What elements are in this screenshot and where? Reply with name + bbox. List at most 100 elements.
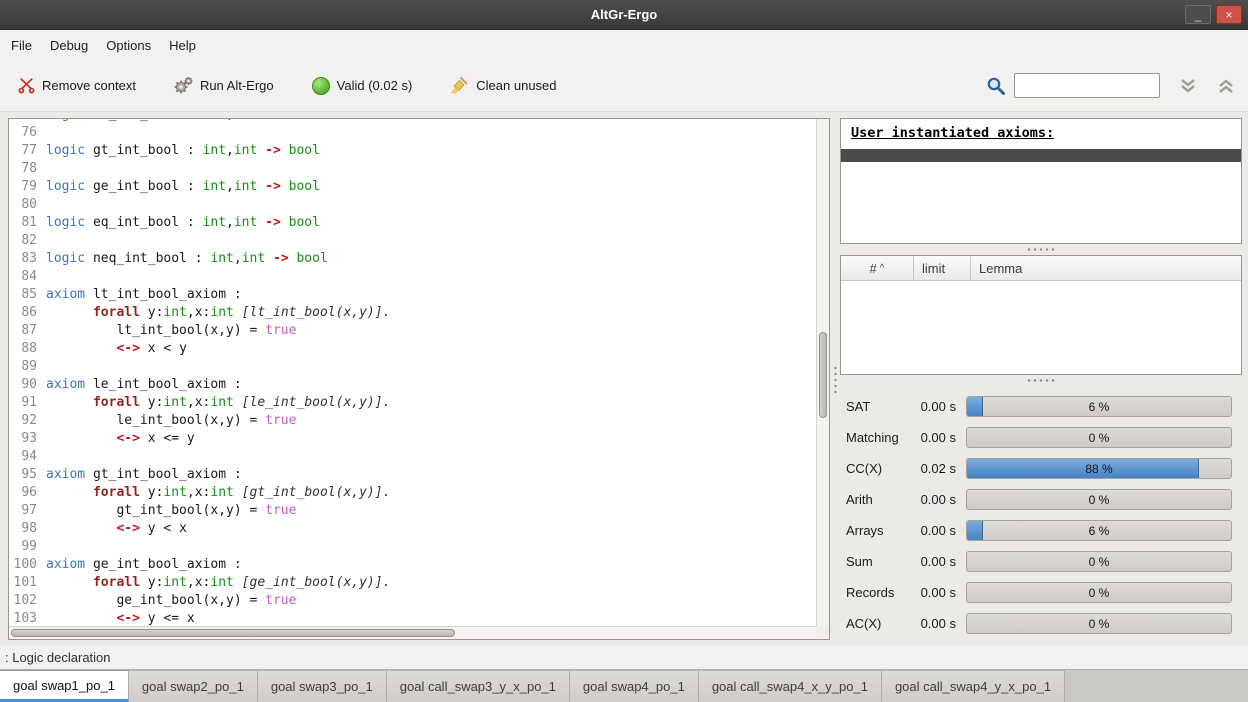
horizontal-scrollbar-thumb[interactable] xyxy=(11,629,455,637)
lemma-table-body[interactable] xyxy=(841,281,1241,374)
toolbar: Remove context xyxy=(0,60,1248,112)
code-line: 80 xyxy=(9,196,816,214)
gears-icon xyxy=(174,76,193,95)
column-header-lemma[interactable]: Lemma xyxy=(971,256,1241,280)
code-line: 98 <-> y < x xyxy=(9,520,816,538)
stat-label: CC(X) xyxy=(846,461,910,476)
stat-row-sat: SAT0.00 s 6 % xyxy=(846,391,1240,422)
splitter-grip xyxy=(1026,248,1056,251)
stat-progressbar: 0 % xyxy=(966,489,1232,510)
line-number: 96 xyxy=(9,484,46,502)
clean-unused-button[interactable]: Clean unused xyxy=(444,72,562,99)
line-number: 88 xyxy=(9,340,46,358)
menu-item-file[interactable]: File xyxy=(2,33,41,58)
line-number: 91 xyxy=(9,394,46,412)
line-number: 82 xyxy=(9,232,46,250)
stat-percent: 6 % xyxy=(967,521,1231,540)
axioms-selected-row[interactable] xyxy=(841,149,1241,162)
code-text: <-> y <= x xyxy=(46,610,195,626)
code-text: logic gt_int_bool : int,int -> bool xyxy=(46,142,320,160)
scissors-icon xyxy=(18,77,35,94)
collapse-all-button[interactable] xyxy=(1216,78,1236,94)
table-stats-splitter[interactable] xyxy=(840,375,1242,386)
goal-tab-goal-call-swap4-y-x-po-1[interactable]: goal call_swap4_y_x_po_1 xyxy=(882,670,1065,702)
line-number: 78 xyxy=(9,160,46,178)
vertical-scrollbar-thumb[interactable] xyxy=(819,332,827,418)
code-text: ge_int_bool(x,y) = true xyxy=(46,592,296,610)
line-number: 103 xyxy=(9,610,46,626)
code-view[interactable]: 75logic lt_int_bool : int,int -> bool767… xyxy=(9,119,816,626)
goal-tab-goal-swap2-po-1[interactable]: goal swap2_po_1 xyxy=(129,670,258,702)
code-text: axiom gt_int_bool_axiom : xyxy=(46,466,242,484)
goal-tab-goal-swap4-po-1[interactable]: goal swap4_po_1 xyxy=(570,670,699,702)
code-line: 91 forall y:int,x:int [le_int_bool(x,y)]… xyxy=(9,394,816,412)
right-panel: User instantiated axioms: # ^ limit Lemm… xyxy=(840,118,1242,640)
code-text: forall y:int,x:int [ge_int_bool(x,y)]. xyxy=(46,574,390,592)
editor-vertical-scrollbar[interactable] xyxy=(816,119,829,626)
axioms-table-splitter[interactable] xyxy=(840,244,1242,255)
code-text: logic lt_int_bool : int,int -> bool xyxy=(46,119,320,124)
code-text: axiom lt_int_bool_axiom : xyxy=(46,286,242,304)
sort-ascending-icon: ^ xyxy=(880,263,885,274)
run-alt-ergo-button[interactable]: Run Alt-Ergo xyxy=(168,72,280,99)
stat-label: Arith xyxy=(846,492,910,507)
stat-progressbar: 6 % xyxy=(966,396,1232,417)
remove-context-button[interactable]: Remove context xyxy=(12,73,142,98)
code-line: 85axiom lt_int_bool_axiom : xyxy=(9,286,816,304)
search-input[interactable] xyxy=(1014,73,1160,98)
line-number: 87 xyxy=(9,322,46,340)
stat-time: 0.00 s xyxy=(910,616,956,631)
code-text: forall y:int,x:int [gt_int_bool(x,y)]. xyxy=(46,484,390,502)
code-line: 82 xyxy=(9,232,816,250)
line-number: 77 xyxy=(9,142,46,160)
stat-row-ac-x: AC(X)0.00 s0 % xyxy=(846,608,1240,639)
stat-percent: 0 % xyxy=(967,490,1231,509)
line-number: 86 xyxy=(9,304,46,322)
stat-row-records: Records0.00 s0 % xyxy=(846,577,1240,608)
scrollbar-corner xyxy=(816,626,829,639)
column-header-limit[interactable]: limit xyxy=(914,256,971,280)
code-line: 81logic eq_int_bool : int,int -> bool xyxy=(9,214,816,232)
minimize-button[interactable]: _ xyxy=(1185,5,1211,24)
line-number: 83 xyxy=(9,250,46,268)
stat-progressbar: 88 % xyxy=(966,458,1232,479)
stat-time: 0.00 s xyxy=(910,585,956,600)
stat-time: 0.00 s xyxy=(910,399,956,414)
goal-tab-goal-swap3-po-1[interactable]: goal swap3_po_1 xyxy=(258,670,387,702)
line-number: 93 xyxy=(9,430,46,448)
stat-label: Records xyxy=(846,585,910,600)
code-text: logic ge_int_bool : int,int -> bool xyxy=(46,178,320,196)
editor-horizontal-scrollbar[interactable] xyxy=(9,626,816,639)
code-line: 97 gt_int_bool(x,y) = true xyxy=(9,502,816,520)
code-text: gt_int_bool(x,y) = true xyxy=(46,502,296,520)
column-header-number[interactable]: # ^ xyxy=(841,256,914,280)
stat-time: 0.00 s xyxy=(910,554,956,569)
expand-all-button[interactable] xyxy=(1178,78,1198,94)
menu-item-options[interactable]: Options xyxy=(97,33,160,58)
stat-progressbar: 6 % xyxy=(966,520,1232,541)
stat-progressbar: 0 % xyxy=(966,427,1232,448)
code-text: <-> x <= y xyxy=(46,430,195,448)
line-number: 95 xyxy=(9,466,46,484)
line-number: 102 xyxy=(9,592,46,610)
result-status: Valid (0.02 s) xyxy=(306,73,419,99)
stat-label: Arrays xyxy=(846,523,910,538)
line-number: 92 xyxy=(9,412,46,430)
goal-tab-goal-call-swap3-y-x-po-1[interactable]: goal call_swap3_y_x_po_1 xyxy=(387,670,570,702)
code-line: 76 xyxy=(9,124,816,142)
menubar: FileDebugOptionsHelp xyxy=(0,30,1248,60)
line-number: 80 xyxy=(9,196,46,214)
editor-right-splitter[interactable] xyxy=(830,118,840,640)
code-text: le_int_bool(x,y) = true xyxy=(46,412,296,430)
code-editor[interactable]: 75logic lt_int_bool : int,int -> bool767… xyxy=(8,118,830,640)
stat-row-sum: Sum0.00 s0 % xyxy=(846,546,1240,577)
stat-label: SAT xyxy=(846,399,910,414)
goal-tab-goal-call-swap4-x-y-po-1[interactable]: goal call_swap4_x_y_po_1 xyxy=(699,670,882,702)
goal-tab-goal-swap1-po-1[interactable]: goal swap1_po_1 xyxy=(0,670,129,702)
menu-item-help[interactable]: Help xyxy=(160,33,205,58)
close-button[interactable]: × xyxy=(1216,5,1242,24)
code-text: axiom ge_int_bool_axiom : xyxy=(46,556,242,574)
code-line: 77logic gt_int_bool : int,int -> bool xyxy=(9,142,816,160)
line-number: 97 xyxy=(9,502,46,520)
menu-item-debug[interactable]: Debug xyxy=(41,33,97,58)
